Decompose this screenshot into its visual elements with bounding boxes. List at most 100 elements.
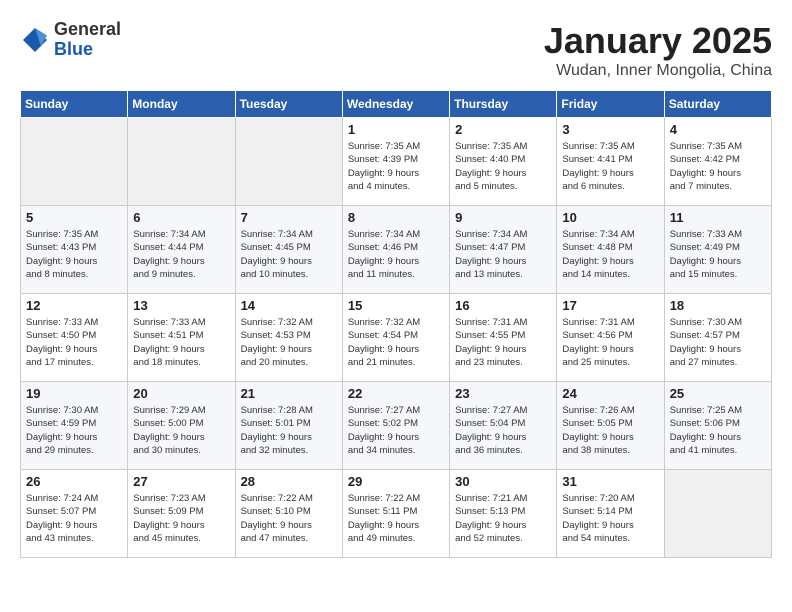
logo-general-text: General (54, 19, 121, 39)
day-info: Sunrise: 7:28 AM Sunset: 5:01 PM Dayligh… (241, 404, 337, 457)
table-row: 16 Sunrise: 7:31 AM Sunset: 4:55 PM Dayli… (450, 294, 557, 382)
day-info: Sunrise: 7:31 AM Sunset: 4:55 PM Dayligh… (455, 316, 551, 369)
table-row (235, 118, 342, 206)
day-number: 23 (455, 386, 551, 401)
table-row: 31 Sunrise: 7:20 AM Sunset: 5:14 PM Dayli… (557, 470, 664, 558)
table-row: 25 Sunrise: 7:25 AM Sunset: 5:06 PM Dayli… (664, 382, 771, 470)
day-number: 13 (133, 298, 229, 313)
logo: General Blue (20, 20, 121, 60)
day-number: 20 (133, 386, 229, 401)
header-friday: Friday (557, 91, 664, 118)
day-info: Sunrise: 7:20 AM Sunset: 5:14 PM Dayligh… (562, 492, 658, 545)
day-info: Sunrise: 7:35 AM Sunset: 4:42 PM Dayligh… (670, 140, 766, 193)
table-row (664, 470, 771, 558)
calendar-week-row: 5 Sunrise: 7:35 AM Sunset: 4:43 PM Daylig… (21, 206, 772, 294)
calendar-week-row: 1 Sunrise: 7:35 AM Sunset: 4:39 PM Daylig… (21, 118, 772, 206)
day-info: Sunrise: 7:35 AM Sunset: 4:43 PM Dayligh… (26, 228, 122, 281)
day-info: Sunrise: 7:25 AM Sunset: 5:06 PM Dayligh… (670, 404, 766, 457)
day-number: 27 (133, 474, 229, 489)
day-number: 29 (348, 474, 444, 489)
day-number: 9 (455, 210, 551, 225)
table-row: 6 Sunrise: 7:34 AM Sunset: 4:44 PM Daylig… (128, 206, 235, 294)
day-number: 19 (26, 386, 122, 401)
day-info: Sunrise: 7:33 AM Sunset: 4:50 PM Dayligh… (26, 316, 122, 369)
day-number: 18 (670, 298, 766, 313)
day-number: 22 (348, 386, 444, 401)
table-row: 4 Sunrise: 7:35 AM Sunset: 4:42 PM Daylig… (664, 118, 771, 206)
day-info: Sunrise: 7:34 AM Sunset: 4:46 PM Dayligh… (348, 228, 444, 281)
table-row: 5 Sunrise: 7:35 AM Sunset: 4:43 PM Daylig… (21, 206, 128, 294)
header-tuesday: Tuesday (235, 91, 342, 118)
calendar-week-row: 26 Sunrise: 7:24 AM Sunset: 5:07 PM Dayli… (21, 470, 772, 558)
table-row: 29Sunrise: 7:22 AM Sunset: 5:11 PM Dayli… (342, 470, 449, 558)
table-row: 7Sunrise: 7:34 AM Sunset: 4:45 PM Daylig… (235, 206, 342, 294)
table-row: 27Sunrise: 7:23 AM Sunset: 5:09 PM Dayli… (128, 470, 235, 558)
table-row: 22 Sunrise: 7:27 AM Sunset: 5:02 PM Dayli… (342, 382, 449, 470)
header-thursday: Thursday (450, 91, 557, 118)
table-row: 2Sunrise: 7:35 AM Sunset: 4:40 PM Daylig… (450, 118, 557, 206)
day-info: Sunrise: 7:34 AM Sunset: 4:48 PM Dayligh… (562, 228, 658, 281)
day-number: 31 (562, 474, 658, 489)
table-row: 8 Sunrise: 7:34 AM Sunset: 4:46 PM Daylig… (342, 206, 449, 294)
table-row (128, 118, 235, 206)
day-number: 21 (241, 386, 337, 401)
day-number: 16 (455, 298, 551, 313)
day-info: Sunrise: 7:31 AM Sunset: 4:56 PM Dayligh… (562, 316, 658, 369)
day-number: 15 (348, 298, 444, 313)
day-number: 7 (241, 210, 337, 225)
day-number: 5 (26, 210, 122, 225)
day-info: Sunrise: 7:34 AM Sunset: 4:47 PM Dayligh… (455, 228, 551, 281)
logo-blue-text: Blue (54, 39, 93, 59)
calendar-week-row: 12 Sunrise: 7:33 AM Sunset: 4:50 PM Dayli… (21, 294, 772, 382)
day-info: Sunrise: 7:30 AM Sunset: 4:57 PM Dayligh… (670, 316, 766, 369)
day-info: Sunrise: 7:27 AM Sunset: 5:04 PM Dayligh… (455, 404, 551, 457)
calendar-table: Sunday Monday Tuesday Wednesday Thursday… (20, 90, 772, 558)
calendar-week-row: 19 Sunrise: 7:30 AM Sunset: 4:59 PM Dayli… (21, 382, 772, 470)
table-row: 28 Sunrise: 7:22 AM Sunset: 5:10 PM Dayli… (235, 470, 342, 558)
day-number: 10 (562, 210, 658, 225)
table-row: 3Sunrise: 7:35 AM Sunset: 4:41 PM Daylig… (557, 118, 664, 206)
page-subtitle: Wudan, Inner Mongolia, China (544, 62, 772, 80)
day-number: 3 (562, 122, 658, 137)
day-info: Sunrise: 7:27 AM Sunset: 5:02 PM Dayligh… (348, 404, 444, 457)
day-info: Sunrise: 7:32 AM Sunset: 4:53 PM Dayligh… (241, 316, 337, 369)
day-number: 12 (26, 298, 122, 313)
day-info: Sunrise: 7:21 AM Sunset: 5:13 PM Dayligh… (455, 492, 551, 545)
table-row (21, 118, 128, 206)
table-row: 10 Sunrise: 7:34 AM Sunset: 4:48 PM Dayli… (557, 206, 664, 294)
day-info: Sunrise: 7:24 AM Sunset: 5:07 PM Dayligh… (26, 492, 122, 545)
day-number: 14 (241, 298, 337, 313)
header-sunday: Sunday (21, 91, 128, 118)
table-row: 26 Sunrise: 7:24 AM Sunset: 5:07 PM Dayli… (21, 470, 128, 558)
day-info: Sunrise: 7:29 AM Sunset: 5:00 PM Dayligh… (133, 404, 229, 457)
day-info: Sunrise: 7:35 AM Sunset: 4:39 PM Dayligh… (348, 140, 444, 193)
table-row: 17 Sunrise: 7:31 AM Sunset: 4:56 PM Dayli… (557, 294, 664, 382)
day-number: 25 (670, 386, 766, 401)
table-row: 23 Sunrise: 7:27 AM Sunset: 5:04 PM Dayli… (450, 382, 557, 470)
day-info: Sunrise: 7:30 AM Sunset: 4:59 PM Dayligh… (26, 404, 122, 457)
day-number: 8 (348, 210, 444, 225)
day-number: 1 (348, 122, 444, 137)
header: General Blue January 2025 Wudan, Inner M… (20, 20, 772, 80)
day-number: 30 (455, 474, 551, 489)
table-row: 18 Sunrise: 7:30 AM Sunset: 4:57 PM Dayli… (664, 294, 771, 382)
day-number: 4 (670, 122, 766, 137)
day-number: 26 (26, 474, 122, 489)
day-number: 2 (455, 122, 551, 137)
day-number: 11 (670, 210, 766, 225)
day-info: Sunrise: 7:34 AM Sunset: 4:44 PM Dayligh… (133, 228, 229, 281)
table-row: 14 Sunrise: 7:32 AM Sunset: 4:53 PM Dayli… (235, 294, 342, 382)
table-row: 30 Sunrise: 7:21 AM Sunset: 5:13 PM Dayli… (450, 470, 557, 558)
day-info: Sunrise: 7:33 AM Sunset: 4:49 PM Dayligh… (670, 228, 766, 281)
day-number: 6 (133, 210, 229, 225)
table-row: 15Sunrise: 7:32 AM Sunset: 4:54 PM Dayli… (342, 294, 449, 382)
title-block: January 2025 Wudan, Inner Mongolia, Chin… (544, 20, 772, 80)
day-number: 28 (241, 474, 337, 489)
page-title: January 2025 (544, 20, 772, 62)
day-number: 17 (562, 298, 658, 313)
logo-icon (20, 25, 50, 55)
day-info: Sunrise: 7:22 AM Sunset: 5:10 PM Dayligh… (241, 492, 337, 545)
header-wednesday: Wednesday (342, 91, 449, 118)
table-row: 13Sunrise: 7:33 AM Sunset: 4:51 PM Dayli… (128, 294, 235, 382)
table-row: 9 Sunrise: 7:34 AM Sunset: 4:47 PM Daylig… (450, 206, 557, 294)
